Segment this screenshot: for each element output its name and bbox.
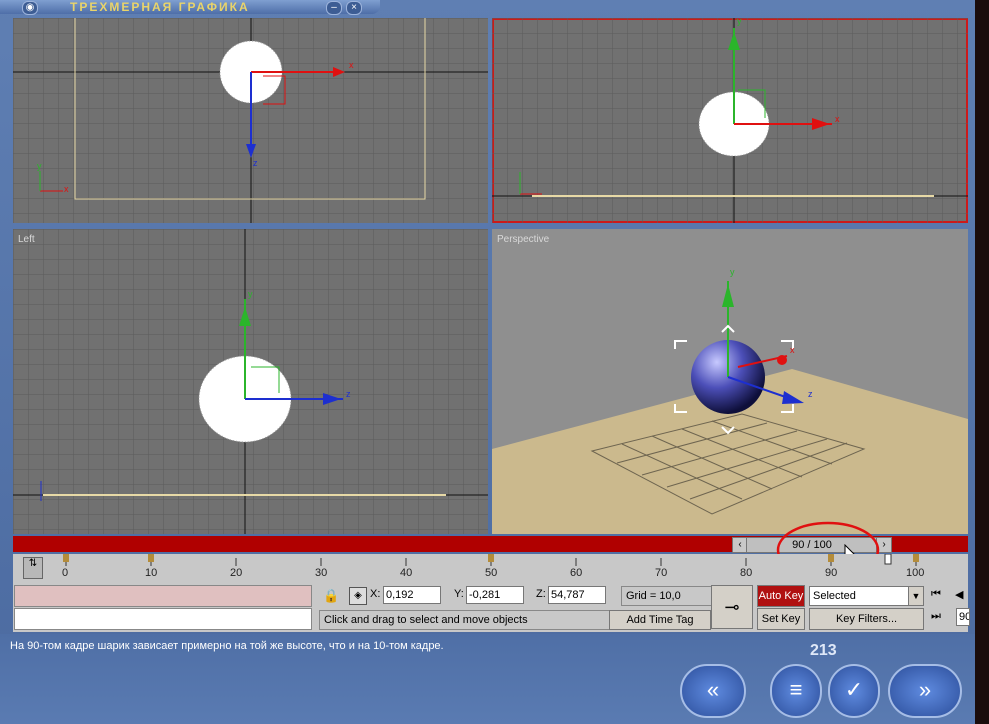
- title-bar: ◉ ТРЕХМЕРНАЯ ГРАФИКА – ×: [0, 0, 380, 15]
- z-axis-label: z: [253, 158, 258, 168]
- minimize-button[interactable]: –: [326, 1, 342, 15]
- y-coord-label: Y:: [454, 588, 464, 600]
- maxscript-listener-white[interactable]: [14, 608, 312, 630]
- close-button[interactable]: ×: [346, 1, 362, 15]
- z-axis-label: z: [346, 389, 351, 399]
- x-axis-label: x: [835, 114, 840, 124]
- lock-icon[interactable]: 🔒: [323, 588, 339, 604]
- tick-label: 100: [906, 567, 925, 579]
- caption-area: На 90-том кадре шарик зависает примерно …: [0, 634, 975, 724]
- y-axis-label: y: [730, 267, 735, 277]
- key-filters-button[interactable]: Key Filters...: [809, 608, 924, 630]
- menu-nav-icon[interactable]: ≡: [770, 664, 822, 718]
- z-coord-label: Z:: [536, 588, 546, 600]
- add-time-tag-button[interactable]: Add Time Tag: [609, 610, 711, 630]
- key-selection-dropdown[interactable]: Selected ▼: [809, 586, 924, 606]
- tick-label: 90: [825, 567, 838, 579]
- trackbar[interactable]: ⇅ 0 10 20 30 40 50 60 70 80 90 100: [13, 554, 968, 584]
- dropdown-value: Selected: [813, 590, 856, 602]
- app-menu-icon[interactable]: ◉: [22, 1, 38, 15]
- tick-label: 60: [570, 567, 583, 579]
- page-number: 213: [810, 642, 837, 659]
- caption-text: На 90-том кадре шарик зависает примерно …: [10, 640, 444, 652]
- tick-label: 80: [740, 567, 753, 579]
- x-coord-label: X:: [370, 588, 381, 600]
- tick-label: 40: [400, 567, 413, 579]
- viewport-left-label: Left: [18, 234, 35, 245]
- forward-nav-icon[interactable]: »: [888, 664, 962, 718]
- y-axis-label: y: [737, 18, 742, 26]
- x-axis-label: x: [349, 60, 354, 70]
- viewport-perspective[interactable]: Perspective y x z: [492, 229, 968, 534]
- z-coord-field[interactable]: 54,787: [548, 586, 606, 604]
- app-frame: ◉ ТРЕХМЕРНАЯ ГРАФИКА – × x z y x y x Lef…: [0, 0, 975, 724]
- current-frame-field[interactable]: 90: [956, 608, 970, 626]
- y-coord-field[interactable]: -0,281: [466, 586, 524, 604]
- tick-label: 20: [230, 567, 243, 579]
- viewport-left[interactable]: Left y z: [13, 229, 488, 534]
- x-axis-label: x: [790, 345, 795, 355]
- maxscript-listener-pink[interactable]: [14, 585, 312, 607]
- tick-label: 50: [485, 567, 498, 579]
- tick-label: 10: [145, 567, 158, 579]
- set-key-mode-icon[interactable]: ⊸: [711, 585, 753, 629]
- set-key-button[interactable]: Set Key: [757, 608, 805, 630]
- tick-label: 70: [655, 567, 668, 579]
- go-to-start-icon[interactable]: ⏮: [931, 588, 941, 601]
- status-panel: 🔒 ◈ X: 0,192 Y: -0,281 Z: 54,787 Grid = …: [13, 584, 970, 632]
- y-axis-label: y: [248, 289, 253, 299]
- window-title: ТРЕХМЕРНАЯ ГРАФИКА: [70, 0, 250, 14]
- grid-size-display: Grid = 10,0: [621, 586, 715, 606]
- viewport-top[interactable]: x z y x: [13, 18, 488, 223]
- key-mode-toggle-icon[interactable]: ⏭: [931, 610, 941, 623]
- curve-editor-icon[interactable]: ⇅: [23, 557, 43, 579]
- tick-label: 30: [315, 567, 328, 579]
- check-nav-icon[interactable]: ✓: [828, 664, 880, 718]
- back-nav-icon[interactable]: «: [680, 664, 746, 718]
- tick-label: 0: [62, 567, 69, 579]
- viewport-perspective-label: Perspective: [497, 234, 550, 245]
- x-coord-field[interactable]: 0,192: [383, 586, 441, 604]
- chevron-down-icon[interactable]: ▼: [908, 587, 923, 605]
- mini-y-label: y: [37, 161, 42, 171]
- prompt-line: Click and drag to select and move object…: [319, 610, 611, 630]
- prev-frame-icon[interactable]: ◀: [955, 588, 963, 601]
- z-axis-label: z: [808, 389, 813, 399]
- absolute-mode-icon[interactable]: ◈: [349, 587, 367, 605]
- mini-x-label: x: [64, 184, 69, 194]
- viewport-front[interactable]: y x: [492, 18, 968, 223]
- auto-key-button[interactable]: Auto Key: [757, 585, 805, 607]
